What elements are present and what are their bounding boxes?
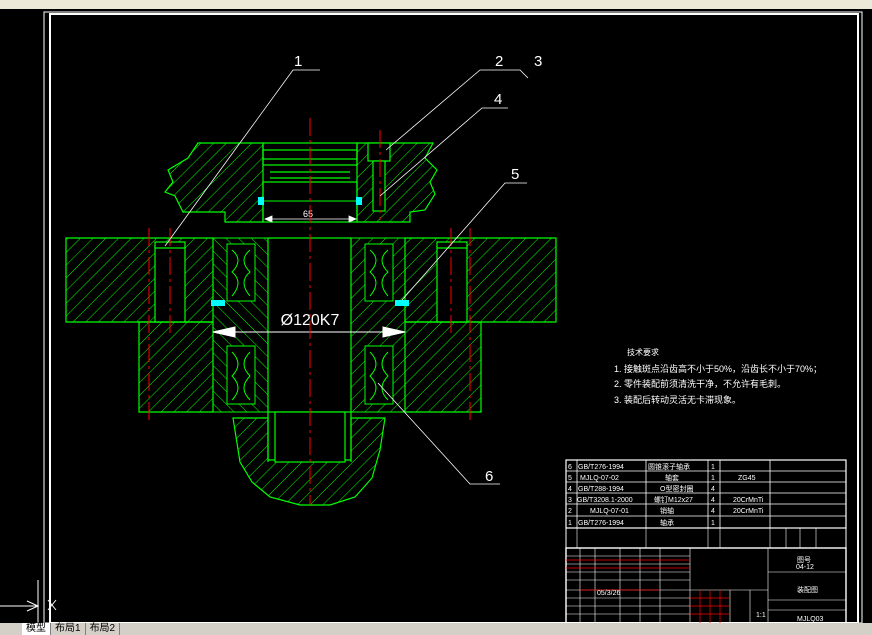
part-label-3: 3 [534, 53, 542, 70]
tab-layout1[interactable]: 布局1 [51, 623, 86, 635]
tab-model[interactable]: 模型 [22, 623, 51, 635]
drawing-canvas[interactable]: 65 Ø120K7 1 2 3 4 5 6 技术要求 1. 接触斑点沿齿高不小于… [0, 0, 872, 623]
notes-line2: 2. 零件装配前须清洗干净，不允许有毛刺。 [614, 378, 786, 389]
bom-name: 圆锥滚子轴承 [648, 462, 690, 471]
part-label-2: 2 [495, 53, 503, 70]
bom-code: MJLQ-07-02 [580, 475, 619, 482]
bom-no: 3 [568, 497, 572, 504]
tab-layout2[interactable]: 布局2 [86, 623, 121, 635]
bom-qty: 4 [711, 497, 715, 504]
bom-no: 1 [568, 520, 572, 527]
bom-qty: 4 [711, 486, 715, 493]
date: 05/3/26 [597, 590, 620, 597]
drawing-code: MJLQ03 [797, 616, 824, 623]
seal-right [395, 300, 409, 306]
dim-65-label: 65 [303, 209, 313, 219]
bom-no: 2 [568, 508, 572, 515]
bom-code: GB/T288-1994 [578, 486, 624, 493]
bom-qty: 1 [711, 520, 715, 527]
oring-left [258, 197, 264, 205]
bearing-right [350, 237, 406, 413]
bom-name: 轴承 [660, 518, 674, 527]
bom-name: 螺钉M12x27 [654, 495, 693, 504]
bom-no: 4 [568, 486, 572, 493]
part-label-4: 4 [494, 91, 502, 108]
part-name: 装配图 [797, 585, 818, 594]
drawing-no: 04-12 [796, 564, 814, 571]
bom-code: MJLQ-07-01 [590, 508, 629, 515]
bom-mat: ZG45 [738, 475, 756, 482]
layout-tabs: 模型 布局1 布局2 [0, 623, 872, 635]
notes-line1: 1. 接触斑点沿齿高不小于50%，沿齿长不小于70%； [614, 363, 822, 374]
bom-mat: 20CrMnTi [733, 497, 764, 504]
bom-no: 6 [568, 464, 572, 471]
part-label-5: 5 [511, 166, 519, 183]
notes-line3: 3. 装配后转动灵活无卡滞现象。 [614, 394, 741, 405]
bom-name: 销轴 [660, 506, 674, 515]
part-label-6: 6 [485, 468, 493, 485]
bom-code: GB/T276-1994 [578, 520, 624, 527]
bearing-left [212, 237, 269, 413]
oring-right [356, 197, 362, 205]
bom-name: O型密封圈 [660, 484, 693, 493]
notes-title: 技术要求 [627, 347, 659, 357]
bom-code: GB/T3208.1-2000 [577, 497, 633, 504]
bom-name: 轴套 [665, 473, 679, 482]
bom-mat: 20CrMnTi [733, 508, 764, 515]
bom-code: GB/T276-1994 [578, 464, 624, 471]
bom-no: 5 [568, 475, 572, 482]
bom-qty: 1 [711, 475, 715, 482]
part-label-1: 1 [294, 53, 302, 70]
tab-nav-arrows[interactable] [0, 623, 22, 635]
scale: 1:1 [756, 612, 766, 619]
drawing-no-label: 图号 [797, 556, 811, 564]
seal-left [211, 300, 225, 306]
bom-qty: 4 [711, 508, 715, 515]
bom-qty: 1 [711, 464, 715, 471]
